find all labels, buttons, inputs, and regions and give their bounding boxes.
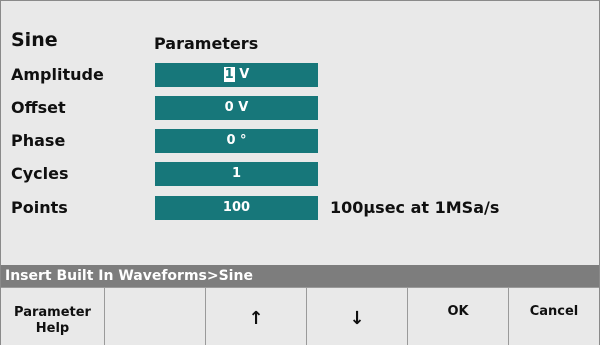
phase-label: Phase [11, 131, 66, 150]
softkey-bar: Parameter Help ↑ ↓ OK Cancel [1, 287, 599, 345]
param-row-amplitude: Amplitude 1 V [1, 63, 599, 87]
offset-label: Offset [11, 98, 66, 117]
ok-button[interactable]: OK [408, 288, 509, 345]
cancel-label: Cancel [529, 304, 579, 319]
edit-cursor-digit: 1 [223, 67, 235, 82]
arrow-down-icon: ↓ [349, 308, 365, 329]
cycles-label: Cycles [11, 164, 69, 183]
waveform-name: Sine [11, 29, 58, 51]
cycles-field[interactable]: 1 [155, 162, 318, 186]
parameter-panel: Sine Parameters Amplitude 1 V Offset 0 V… [1, 1, 599, 265]
down-arrow-button[interactable]: ↓ [307, 288, 408, 345]
amplitude-unit: V [234, 67, 250, 82]
param-row-points: Points 100 100µsec at 1MSa/s [1, 196, 599, 220]
arrow-up-icon: ↑ [248, 308, 264, 329]
phase-field[interactable]: 0 ° [155, 129, 318, 153]
parameter-help-button[interactable]: Parameter Help [1, 288, 105, 345]
blank-softkey[interactable] [105, 288, 206, 345]
param-row-cycles: Cycles 1 [1, 162, 599, 186]
parameter-help-label-line2: Help [35, 321, 70, 336]
param-row-offset: Offset 0 V [1, 96, 599, 120]
points-note: 100µsec at 1MSa/s [330, 198, 500, 217]
param-row-phase: Phase 0 ° [1, 129, 599, 153]
instrument-screen: Sine Parameters Amplitude 1 V Offset 0 V… [0, 0, 600, 345]
parameters-title: Parameters [154, 34, 259, 53]
status-bar: Insert Built In Waveforms>Sine [1, 265, 599, 287]
up-arrow-button[interactable]: ↑ [206, 288, 307, 345]
offset-field[interactable]: 0 V [155, 96, 318, 120]
points-field[interactable]: 100 [155, 196, 318, 220]
cancel-button[interactable]: Cancel [509, 288, 599, 345]
ok-label: OK [447, 304, 469, 319]
amplitude-field[interactable]: 1 V [155, 63, 318, 87]
amplitude-label: Amplitude [11, 65, 104, 84]
points-label: Points [11, 198, 68, 217]
parameter-help-label-line1: Parameter [14, 305, 91, 320]
